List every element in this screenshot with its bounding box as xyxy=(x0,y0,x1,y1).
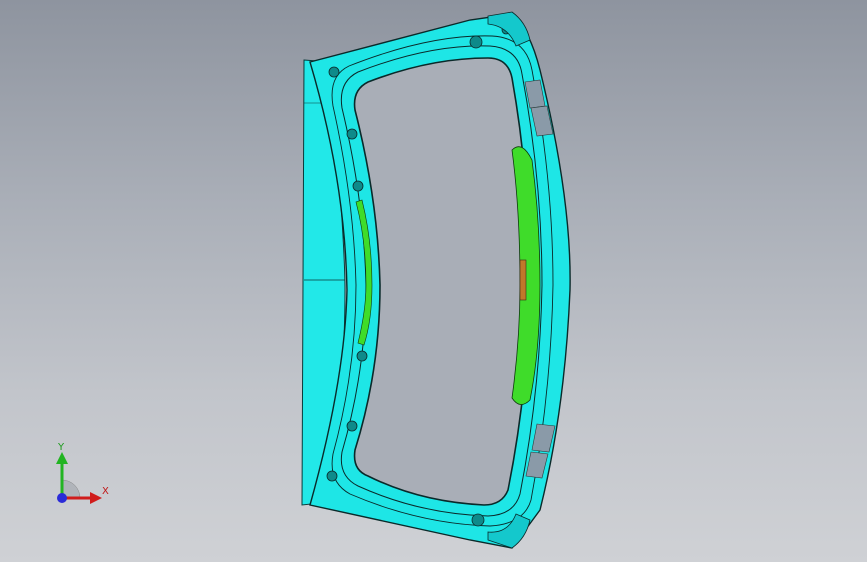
axis-triad: Y X xyxy=(40,440,120,520)
window-opening xyxy=(353,57,531,506)
y-axis-arrow-head xyxy=(56,452,68,464)
x-axis-label: X xyxy=(102,486,109,497)
x-axis-arrow-head xyxy=(90,492,102,504)
y-axis-label: Y xyxy=(58,442,65,453)
z-axis-dot xyxy=(57,493,67,503)
latch-slot xyxy=(519,259,527,301)
tailgate-model[interactable] xyxy=(0,0,867,562)
cad-viewport[interactable]: Y X xyxy=(0,0,867,562)
